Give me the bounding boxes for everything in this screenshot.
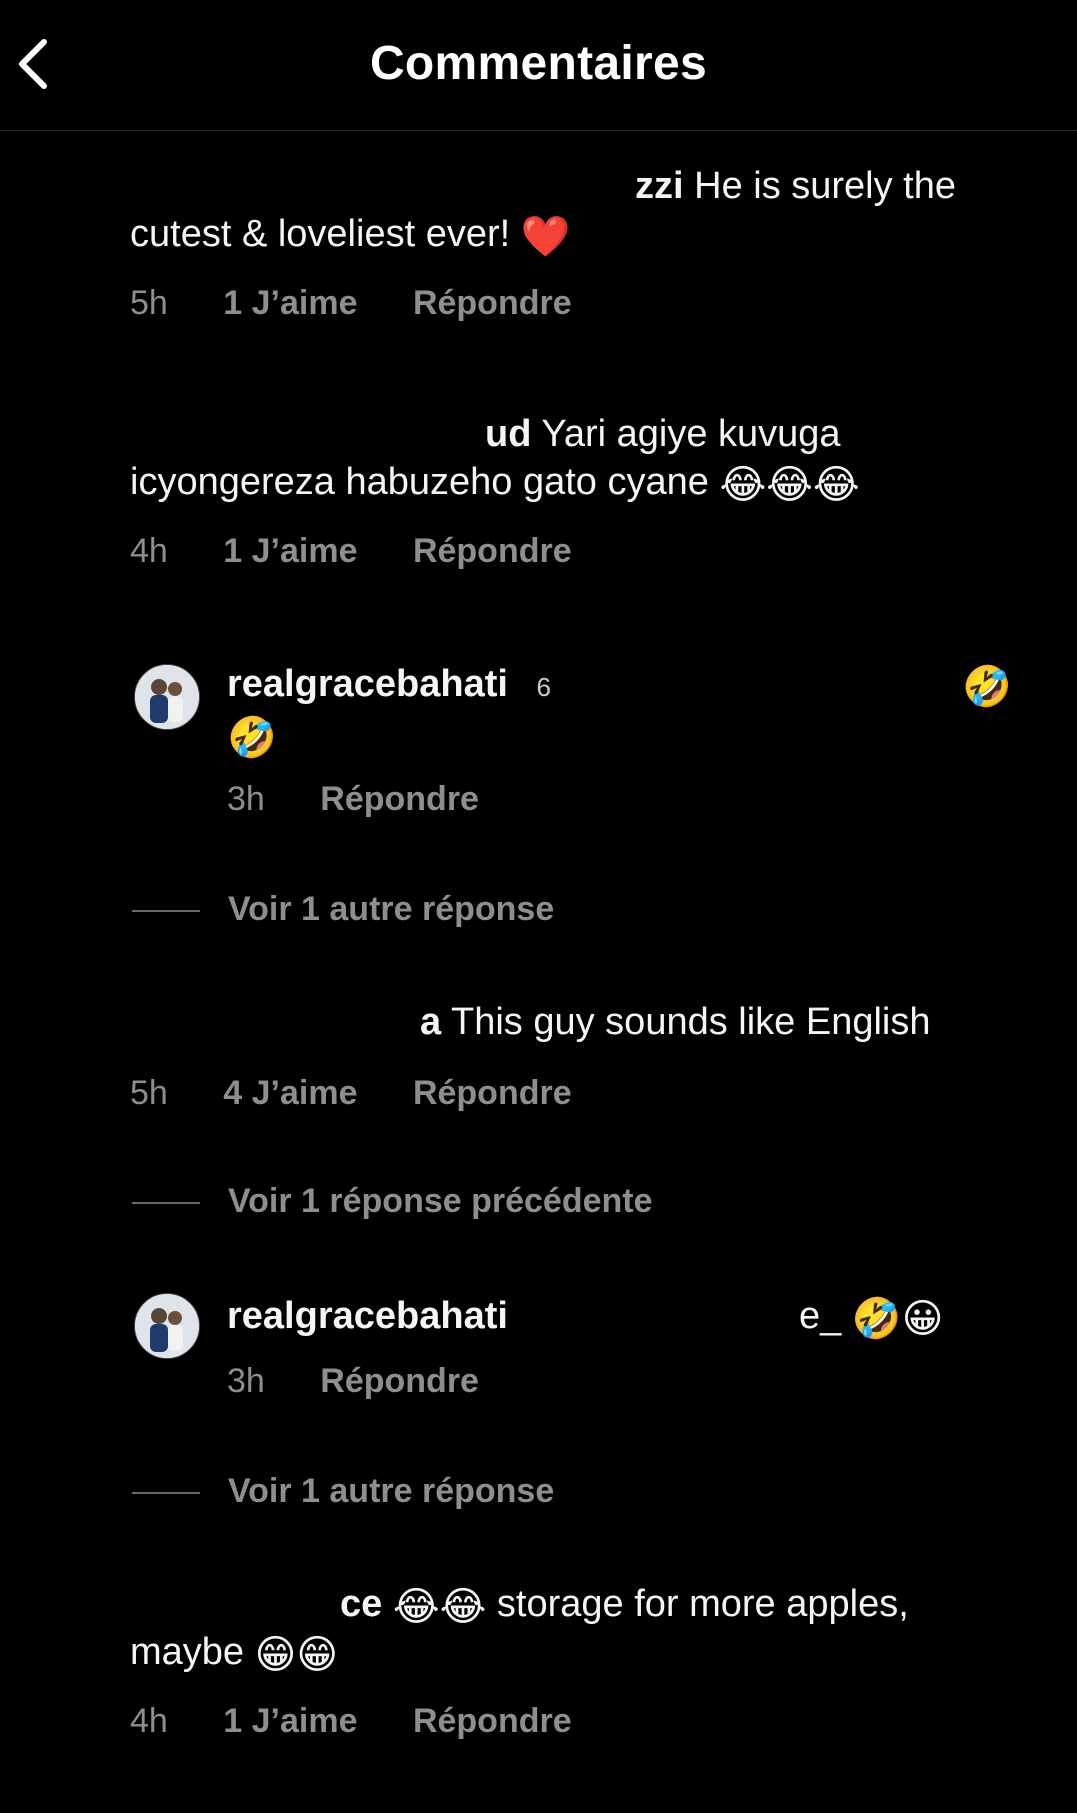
comment-meta: 5h 4 J’aime Répondre — [130, 1074, 618, 1113]
reply-button[interactable]: Répondre — [320, 780, 479, 818]
grin-emoji-icon: 😁😁 — [254, 1633, 339, 1677]
rofl-emoji-icon: 🤣 — [962, 665, 1012, 709]
top-bar: Commentaires — [0, 0, 1077, 131]
comment-time: 4h — [130, 532, 168, 570]
reply-button[interactable]: Répondre — [413, 1702, 572, 1740]
comment-username[interactable]: a — [130, 1001, 441, 1043]
comment-text: This guy sounds like English — [451, 1001, 931, 1043]
view-previous-replies-link[interactable]: Voir 1 réponse précédente — [132, 1182, 653, 1221]
comment-meta: 3h Répondre — [227, 780, 525, 819]
comment-time: 5h — [130, 1074, 168, 1112]
view-replies-label: Voir 1 autre réponse — [228, 1472, 555, 1510]
view-replies-link[interactable]: Voir 1 autre réponse — [132, 1472, 554, 1511]
comment-item: ce 😂😂 storage for more apples, maybe 😁😁 — [130, 1580, 1030, 1676]
comment-text: 6 — [536, 672, 551, 702]
reply-button[interactable]: Répondre — [320, 1362, 479, 1400]
comment-item: ud Yari agiye kuvuga icyongereza habuzeh… — [130, 410, 1030, 506]
reply-button[interactable]: Répondre — [413, 532, 572, 570]
comment-time: 5h — [130, 284, 168, 322]
thread-divider — [132, 1492, 200, 1495]
likes-count[interactable]: 1 J’aime — [223, 532, 357, 570]
likes-count[interactable]: 1 J’aime — [223, 284, 357, 322]
reply-item: realgracebahati 6 🤣 🤣 — [227, 660, 1047, 759]
reply-button[interactable]: Répondre — [413, 284, 572, 322]
comment-username[interactable]: realgracebahati — [227, 1295, 508, 1337]
comment-meta: 4h 1 J’aime Répondre — [130, 1702, 618, 1741]
comment-username[interactable]: zzi — [130, 165, 684, 207]
likes-count[interactable]: 4 J’aime — [223, 1074, 357, 1112]
comment-text: e_ — [799, 1295, 842, 1337]
comment-meta: 4h 1 J’aime Répondre — [130, 532, 618, 571]
comment-time: 3h — [227, 1362, 265, 1400]
comment-username[interactable]: realgracebahati — [227, 663, 508, 705]
laughing-emoji-icon: 😂😂😂 — [719, 463, 860, 507]
profile-photo-icon — [135, 1294, 199, 1358]
comment-text-continued: maybe — [130, 1631, 245, 1673]
comment-meta: 3h Répondre — [227, 1362, 525, 1401]
avatar[interactable] — [134, 1293, 200, 1359]
comment-time: 4h — [130, 1702, 168, 1740]
heart-emoji-icon: ❤️ — [520, 215, 571, 259]
comment-time: 3h — [227, 780, 265, 818]
view-replies-label: Voir 1 réponse précédente — [228, 1182, 653, 1220]
comment-meta: 5h 1 J’aime Répondre — [130, 284, 618, 323]
laughing-emoji-icon: 😂😂 — [392, 1585, 487, 1629]
profile-photo-icon — [135, 665, 199, 729]
rofl-emoji-icon: 🤣 — [227, 716, 277, 760]
reply-item: realgracebahati e_ 🤣😀 — [227, 1292, 1047, 1340]
thread-divider — [132, 910, 200, 913]
comment-username[interactable]: ce — [130, 1583, 382, 1625]
comment-item: zzi He is surely the cutest & loveliest … — [130, 162, 1030, 258]
view-replies-link[interactable]: Voir 1 autre réponse — [132, 890, 554, 929]
rofl-grin-emoji-icon: 🤣😀 — [851, 1297, 944, 1341]
comment-text: storage for more apples, — [496, 1583, 909, 1625]
avatar[interactable] — [134, 664, 200, 730]
comment-item: a This guy sounds like English — [130, 998, 1030, 1046]
likes-count[interactable]: 1 J’aime — [223, 1702, 357, 1740]
thread-divider — [132, 1202, 200, 1205]
page-title: Commentaires — [369, 37, 708, 90]
comment-username[interactable]: ud — [130, 413, 531, 455]
view-replies-label: Voir 1 autre réponse — [228, 890, 555, 928]
reply-button[interactable]: Répondre — [413, 1074, 572, 1112]
